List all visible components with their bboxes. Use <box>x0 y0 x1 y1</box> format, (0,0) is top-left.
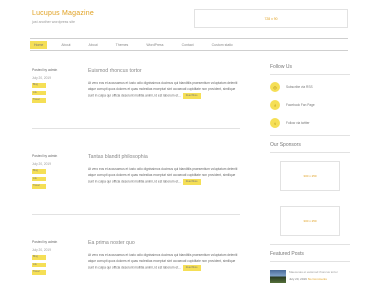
post-body: Tantas blandit philosophia At vero eos e… <box>88 154 238 186</box>
follow-label: Follow via twitter <box>286 121 310 125</box>
post-categories: Blog Life Travel <box>32 169 82 189</box>
read-more-button[interactable]: Read More <box>182 264 201 272</box>
post-author[interactable]: Posted by admin <box>32 68 82 72</box>
category-tag[interactable]: Life <box>32 176 46 181</box>
header-ad-banner[interactable]: 728 x 90 <box>194 9 348 28</box>
sponsors-title: Our Sponsors <box>270 142 301 148</box>
nav-item-themes[interactable]: Themes <box>112 41 133 49</box>
sponsor-ad-label: 300 x 250 <box>303 174 317 178</box>
nav-item-wordpress[interactable]: WordPress <box>142 41 167 49</box>
follow-rss-link[interactable]: ◎ Subscribe via RSS <box>270 81 350 93</box>
post-excerpt-text: At vero eos et accusamus et iusto odio d… <box>88 253 238 270</box>
category-tag[interactable]: Travel <box>32 98 46 103</box>
featured-comments[interactable]: No Comments <box>308 277 327 281</box>
post-categories: Blog Life Travel <box>32 83 82 103</box>
featured-thumbnail[interactable] <box>270 270 286 283</box>
post-meta: Posted by admin July 20, 2019 Blog Life … <box>32 240 82 275</box>
follow-us-title: Follow Us <box>270 64 292 70</box>
rss-icon: ◎ <box>270 82 280 92</box>
post-date: July 20, 2019 <box>32 162 51 166</box>
widget-divider <box>270 74 350 75</box>
post-body: Ea prima noster quo At vero eos et accus… <box>88 240 238 272</box>
sponsor-ad-label: 300 x 250 <box>303 219 317 223</box>
widget-divider <box>270 135 350 136</box>
category-tag[interactable]: Travel <box>32 184 46 189</box>
post-excerpt: At vero eos et accusamus et iusto odio d… <box>88 253 238 272</box>
featured-title[interactable]: Maecenas et euismod rhoncus tortor <box>289 270 338 274</box>
site-title[interactable]: Lucupus Magazine <box>32 10 94 17</box>
nav-item-custom-static[interactable]: Custom static <box>208 41 237 49</box>
post-divider <box>32 214 240 215</box>
nav-item-home[interactable]: Home <box>30 40 48 49</box>
follow-facebook-link[interactable]: f Facebook Fan Page <box>270 99 350 111</box>
category-tag[interactable]: Life <box>32 262 46 267</box>
category-tag[interactable]: Life <box>32 90 46 95</box>
post-divider <box>32 128 240 129</box>
facebook-icon: f <box>270 100 280 110</box>
read-more-button[interactable]: Read More <box>182 178 201 186</box>
category-tag[interactable]: Blog <box>32 83 46 88</box>
post-body: Euismod rhoncus tortor At vero eos et ac… <box>88 68 238 100</box>
post-title[interactable]: Ea prima noster quo <box>88 240 238 246</box>
widget-divider <box>270 152 350 153</box>
main-navigation: Home About About Themes WordPress Contac… <box>30 38 348 51</box>
sidebar: Follow Us ◎ Subscribe via RSS f Facebook… <box>270 64 350 283</box>
nav-item-contact[interactable]: Contact <box>178 41 198 49</box>
read-more-button[interactable]: Read More <box>182 92 201 100</box>
sponsor-ad[interactable]: 300 x 250 <box>280 161 340 191</box>
featured-post[interactable]: Maecenas et euismod rhoncus tortor July … <box>270 270 350 283</box>
post-categories: Blog Life Travel <box>32 255 82 275</box>
category-tag[interactable]: Travel <box>32 270 46 275</box>
nav-item-about-2[interactable]: About <box>85 41 102 49</box>
nav-item-about[interactable]: About <box>57 41 74 49</box>
sponsor-ad[interactable]: 300 x 250 <box>280 206 340 236</box>
banner-label: 728 x 90 <box>264 16 278 21</box>
twitter-icon: t <box>270 118 280 128</box>
post-title[interactable]: Tantas blandit philosophia <box>88 154 238 160</box>
post-author[interactable]: Posted by admin <box>32 154 82 158</box>
post-meta: Posted by admin July 20, 2019 Blog Life … <box>32 154 82 189</box>
featured-date: July 20, 2019 <box>289 277 307 281</box>
post-date: July 20, 2019 <box>32 76 51 80</box>
post-meta: Posted by admin July 20, 2019 Blog Life … <box>32 68 82 103</box>
widget-divider <box>270 261 350 262</box>
follow-label: Subscribe via RSS <box>286 85 313 89</box>
post-excerpt-text: At vero eos et accusamus et iusto odio d… <box>88 167 238 184</box>
post-date: July 20, 2019 <box>32 248 51 252</box>
site-description: just another wordpress site <box>32 20 75 24</box>
post-excerpt-text: At vero eos et accusamus et iusto odio d… <box>88 81 238 98</box>
post-title[interactable]: Euismod rhoncus tortor <box>88 68 238 74</box>
category-tag[interactable]: Blog <box>32 255 46 260</box>
post-excerpt: At vero eos et accusamus et iusto odio d… <box>88 167 238 186</box>
widget-divider <box>270 244 350 245</box>
follow-label: Facebook Fan Page <box>286 103 315 107</box>
post-author[interactable]: Posted by admin <box>32 240 82 244</box>
featured-posts-title: Featured Posts <box>270 251 304 257</box>
follow-twitter-link[interactable]: t Follow via twitter <box>270 117 350 129</box>
post-excerpt: At vero eos et accusamus et iusto odio d… <box>88 81 238 100</box>
category-tag[interactable]: Blog <box>32 169 46 174</box>
featured-info: Maecenas et euismod rhoncus tortor July … <box>289 270 338 283</box>
featured-meta: July 20, 2019 No Comments <box>289 277 338 281</box>
